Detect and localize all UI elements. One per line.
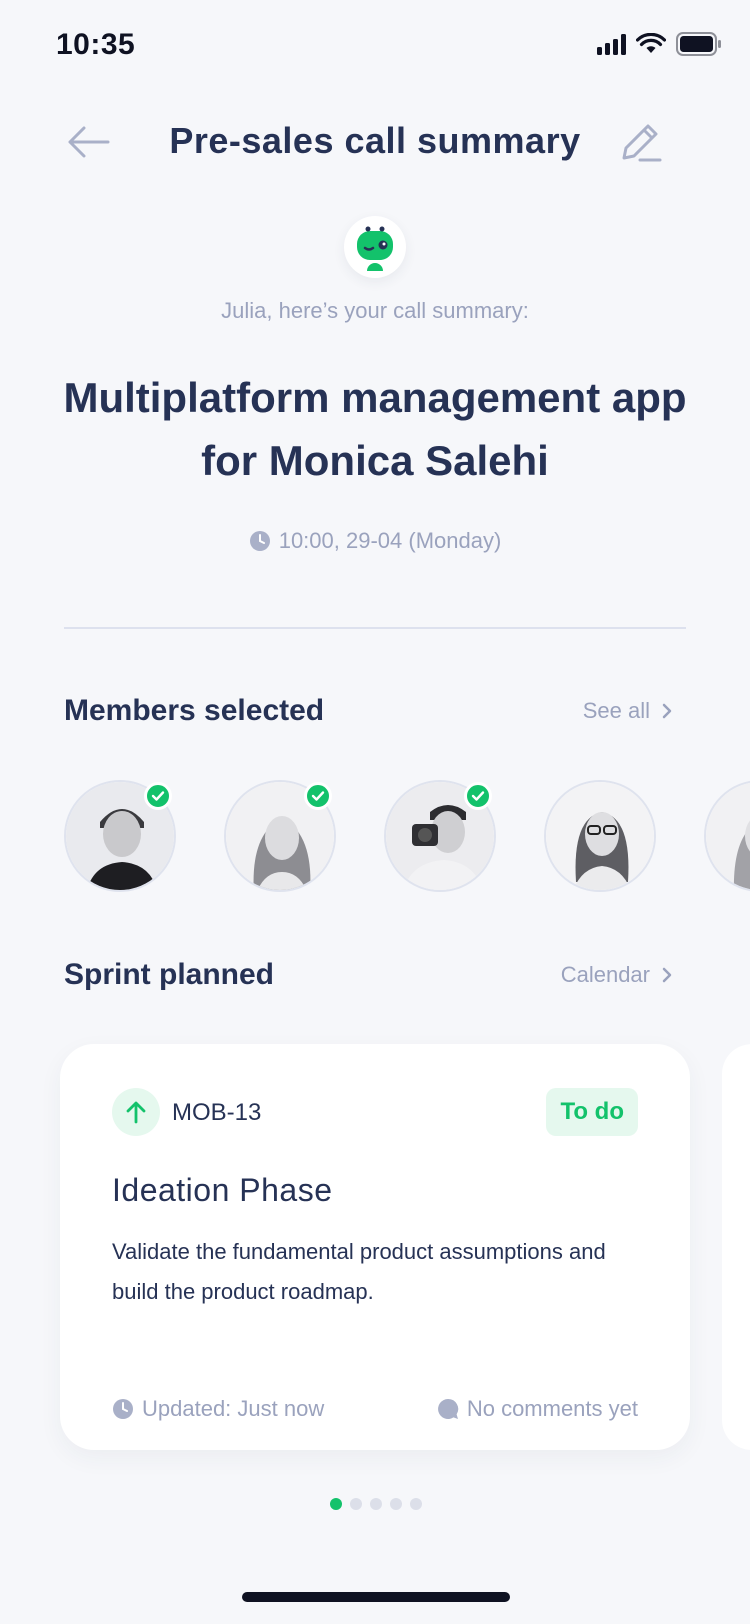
person-photo — [546, 782, 654, 890]
comments-meta[interactable]: No comments yet — [437, 1396, 638, 1422]
task-description: Validate the fundamental product assumpt… — [112, 1239, 606, 1304]
status-badge: To do — [546, 1088, 638, 1136]
greeting-text: Julia, here’s your call summary: — [221, 298, 529, 323]
cellular-signal-icon — [597, 33, 626, 55]
calendar-link[interactable]: Calendar — [561, 962, 674, 988]
sprint-section-title: Sprint planned — [64, 958, 274, 991]
selected-check-icon — [304, 782, 332, 810]
home-indicator[interactable] — [242, 1592, 510, 1602]
ticket-id: MOB-13 — [172, 1099, 262, 1126]
screen: 10:35 Pre-sales call summary Julia, here… — [0, 0, 750, 1624]
task-card[interactable]: MOB-13 To do Ideation Phase Validate the… — [60, 1044, 690, 1450]
divider — [64, 627, 686, 629]
clock-icon — [249, 531, 270, 551]
next-task-card[interactable] — [722, 1044, 750, 1450]
members-list — [64, 780, 750, 892]
task-title: Ideation Phase — [112, 1172, 333, 1208]
member-item[interactable] — [64, 780, 176, 892]
member-item[interactable] — [704, 780, 750, 892]
call-title: Multiplatform management app for Monica … — [63, 374, 687, 484]
call-datetime: 10:00, 29-04 (Monday) — [0, 528, 750, 554]
robot-icon — [357, 226, 393, 271]
pager-dot-active[interactable] — [330, 1498, 342, 1510]
priority-up-arrow-icon — [112, 1088, 160, 1136]
member-item[interactable] — [544, 780, 656, 892]
updated-text: Updated: Just now — [142, 1396, 325, 1421]
see-all-link[interactable]: See all — [583, 698, 674, 724]
comment-bubble-icon — [437, 1398, 459, 1419]
pager-dot[interactable] — [350, 1498, 362, 1510]
pager-dot[interactable] — [390, 1498, 402, 1510]
chevron-right-icon — [662, 703, 672, 719]
updated-meta: Updated: Just now — [112, 1396, 324, 1422]
carousel-pager — [330, 1498, 422, 1510]
avatar — [704, 780, 750, 892]
pager-dot[interactable] — [410, 1498, 422, 1510]
status-time: 10:35 — [56, 28, 136, 61]
clock-icon — [113, 1399, 133, 1419]
member-item[interactable] — [224, 780, 336, 892]
task-meta: Updated: Just now No comments yet — [112, 1396, 638, 1422]
member-item[interactable] — [384, 780, 496, 892]
assistant-avatar — [344, 216, 406, 278]
wifi-icon — [636, 33, 666, 53]
edit-pencil-icon[interactable] — [616, 120, 662, 166]
see-all-label: See all — [582, 698, 650, 723]
calendar-label: Calendar — [560, 962, 650, 987]
comments-text: No comments yet — [466, 1396, 638, 1421]
status-icons — [597, 32, 722, 56]
person-photo — [706, 782, 750, 890]
battery-icon — [676, 32, 721, 56]
avatar — [544, 780, 656, 892]
selected-check-icon — [464, 782, 492, 810]
chevron-right-icon — [662, 967, 672, 983]
call-datetime-text: 10:00, 29-04 (Monday) — [278, 528, 502, 553]
selected-check-icon — [144, 782, 172, 810]
pager-dot[interactable] — [370, 1498, 382, 1510]
members-section-title: Members selected — [64, 694, 325, 727]
